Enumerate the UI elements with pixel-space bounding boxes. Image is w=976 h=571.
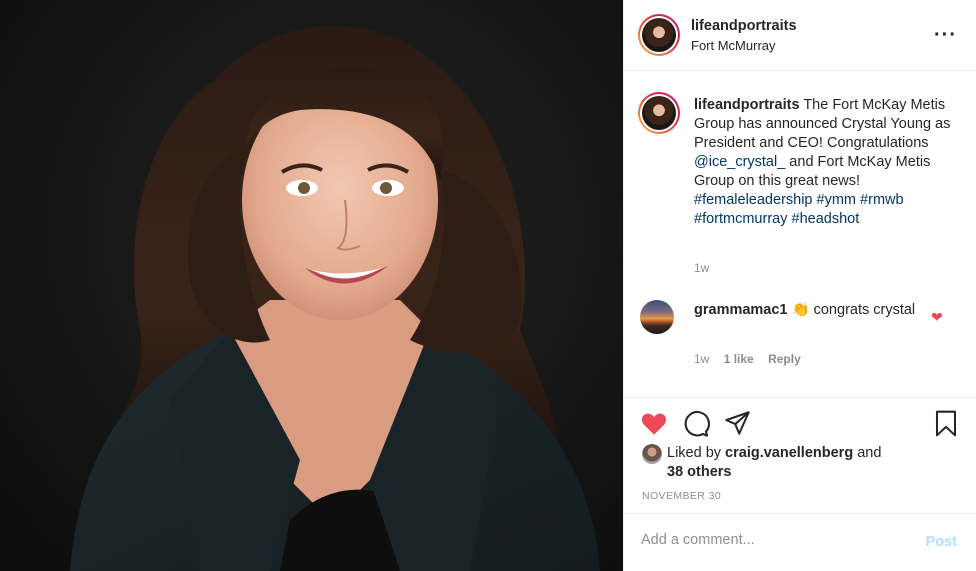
portrait-image: [70, 25, 600, 571]
likes-prefix: Liked by: [667, 445, 726, 461]
caption-author-avatar[interactable]: [638, 92, 680, 134]
heart-filled-icon[interactable]: [640, 410, 668, 436]
likes-others[interactable]: 38 others: [667, 464, 731, 480]
author-avatar[interactable]: [638, 14, 680, 56]
comment-timestamp[interactable]: 1w: [694, 352, 709, 366]
more-icon[interactable]: ···: [934, 25, 957, 45]
comments-section: lifeandportraits The Fort McKay Metis Gr…: [624, 72, 976, 396]
hashtag-fortmcmurray[interactable]: #fortmcmurray: [694, 211, 787, 227]
likes-middle: and: [853, 445, 882, 461]
comment-meta: 1w 1 like Reply: [694, 352, 812, 366]
liker-username[interactable]: craig.vanellenberg: [725, 445, 853, 461]
liker-avatar[interactable]: [642, 444, 662, 464]
post-location[interactable]: Fort McMurray: [691, 38, 776, 53]
post-caption: lifeandportraits The Fort McKay Metis Gr…: [694, 96, 954, 229]
commenter-username[interactable]: grammamac1: [694, 302, 788, 318]
comment-reply-button[interactable]: Reply: [768, 352, 801, 366]
caption-username[interactable]: lifeandportraits: [694, 97, 800, 113]
hashtag-headshot[interactable]: #headshot: [792, 211, 860, 227]
comment-body: congrats crystal: [809, 302, 916, 318]
author-username[interactable]: lifeandportraits: [691, 18, 797, 34]
comment-like-count[interactable]: 1 like: [724, 352, 754, 366]
likes-summary: Liked by craig.vanellenberg and 38 others: [667, 444, 907, 482]
comment-text: grammamac1 👏 congrats crystal: [694, 301, 919, 320]
hashtag-rmwb[interactable]: #rmwb: [860, 192, 904, 208]
post-comment-button[interactable]: Post: [926, 534, 957, 550]
comment-heart-icon[interactable]: ❤: [931, 309, 943, 326]
share-icon[interactable]: [724, 410, 751, 437]
action-bar: Liked by craig.vanellenberg and 38 others…: [624, 397, 976, 513]
post-header: lifeandportraits Fort McMurray ···: [624, 0, 976, 71]
add-comment-bar: Post: [624, 513, 976, 571]
commenter-avatar[interactable]: [640, 300, 674, 334]
caption-mention[interactable]: @ice_crystal_: [694, 154, 785, 170]
bookmark-icon[interactable]: [934, 410, 958, 437]
post-date[interactable]: NOVEMBER 30: [642, 490, 721, 502]
clap-emoji-icon: 👏: [791, 302, 810, 318]
add-comment-input[interactable]: [641, 532, 891, 548]
post-panel: lifeandportraits Fort McMurray ··· lifea…: [623, 0, 976, 571]
caption-timestamp[interactable]: 1w: [694, 261, 709, 275]
hashtag-ymm[interactable]: #ymm: [817, 192, 856, 208]
comment-icon[interactable]: [682, 410, 710, 438]
hashtag-femaleleadership[interactable]: #femaleleadership: [694, 192, 813, 208]
post-photo[interactable]: [0, 0, 623, 571]
